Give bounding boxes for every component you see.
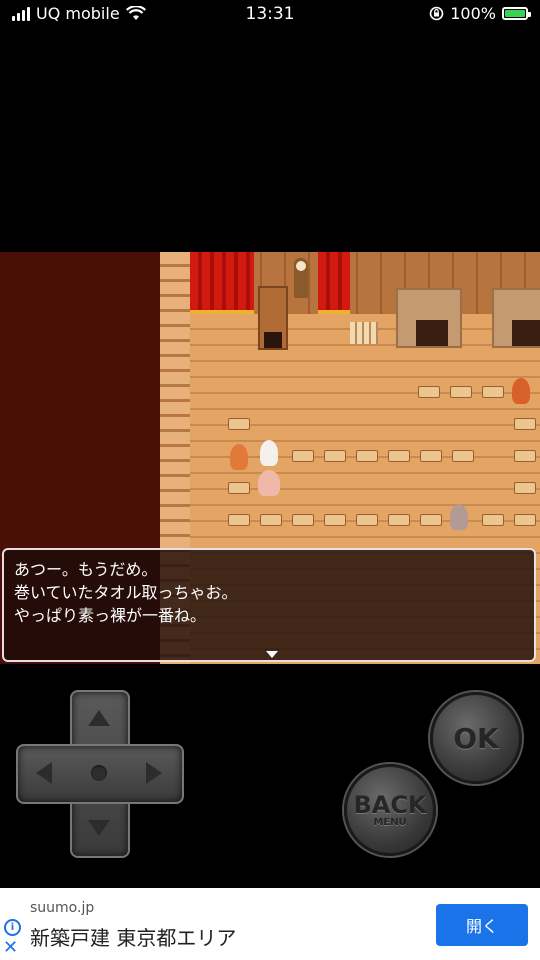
stool xyxy=(514,482,536,494)
stool xyxy=(356,514,378,526)
message-window[interactable]: あつー。もうだめ。 巻いていたタオル取っちゃお。 やっぱり素っ裸が一番ね。 xyxy=(2,548,536,662)
stool xyxy=(418,386,440,398)
stool xyxy=(482,514,504,526)
back-menu-button[interactable]: BACK MENU xyxy=(344,764,436,856)
ad-domain: suumo.jp xyxy=(30,900,95,916)
stool xyxy=(514,450,536,462)
stool xyxy=(228,514,250,526)
stool xyxy=(482,386,504,398)
orientation-lock-icon xyxy=(429,6,444,21)
dialog-line-3: やっぱり素っ裸が一番ね。 xyxy=(14,606,207,625)
dialog-line-1: あつー。もうだめ。 xyxy=(14,560,158,579)
player-character xyxy=(260,440,278,466)
stool xyxy=(388,514,410,526)
dpad[interactable] xyxy=(16,690,184,858)
stool xyxy=(388,450,410,462)
fireplace-right xyxy=(492,288,540,348)
back-button-label: BACK xyxy=(353,790,427,819)
dpad-right-icon[interactable] xyxy=(146,762,162,784)
red-curtain-right xyxy=(318,252,350,314)
dpad-left-icon[interactable] xyxy=(36,762,52,784)
ad-close-icon[interactable]: ✕ xyxy=(3,939,18,957)
stool xyxy=(292,514,314,526)
continue-arrow-icon xyxy=(266,651,278,658)
ok-button-label: OK xyxy=(453,721,499,755)
battery-icon xyxy=(502,7,531,20)
ad-title[interactable]: 新築戸建 東京都エリア xyxy=(30,922,236,951)
battery-fill xyxy=(505,10,525,17)
dpad-up-icon[interactable] xyxy=(88,710,110,726)
stool xyxy=(450,386,472,398)
ad-info-icon[interactable]: i xyxy=(4,919,21,936)
fireplace-left xyxy=(396,288,462,348)
stool xyxy=(324,450,346,462)
grandfather-clock xyxy=(294,258,308,298)
stool xyxy=(356,450,378,462)
stool xyxy=(260,514,282,526)
stool xyxy=(514,418,536,430)
ad-open-button[interactable]: 開く xyxy=(436,904,528,946)
menu-sub-label: MENU xyxy=(373,816,407,828)
stool xyxy=(452,450,474,462)
red-curtain-left xyxy=(190,252,254,314)
stool xyxy=(420,514,442,526)
dialog-line-2: 巻いていたタオル取っちゃお。 xyxy=(14,583,238,602)
stool xyxy=(228,482,250,494)
stool xyxy=(420,450,442,462)
stove-chimney xyxy=(258,286,288,350)
npc-grey-hair xyxy=(450,504,468,530)
stool xyxy=(292,450,314,462)
dpad-center xyxy=(91,765,107,781)
stool xyxy=(514,514,536,526)
ok-button[interactable]: OK xyxy=(430,692,522,784)
status-right: 100% xyxy=(429,4,531,23)
npc-orange-hair xyxy=(512,378,530,404)
status-bar: UQ mobile 13:31 100% xyxy=(0,0,540,30)
battery-percent: 100% xyxy=(450,4,496,23)
ad-banner[interactable]: i ✕ suumo.jp 新築戸建 東京都エリア 開く xyxy=(0,888,540,960)
npc-brown-hair xyxy=(230,444,248,470)
stool xyxy=(324,514,346,526)
stool xyxy=(228,418,250,430)
dpad-down-icon[interactable] xyxy=(88,820,110,836)
candles xyxy=(350,322,378,344)
npc-pink-dress xyxy=(258,470,280,496)
